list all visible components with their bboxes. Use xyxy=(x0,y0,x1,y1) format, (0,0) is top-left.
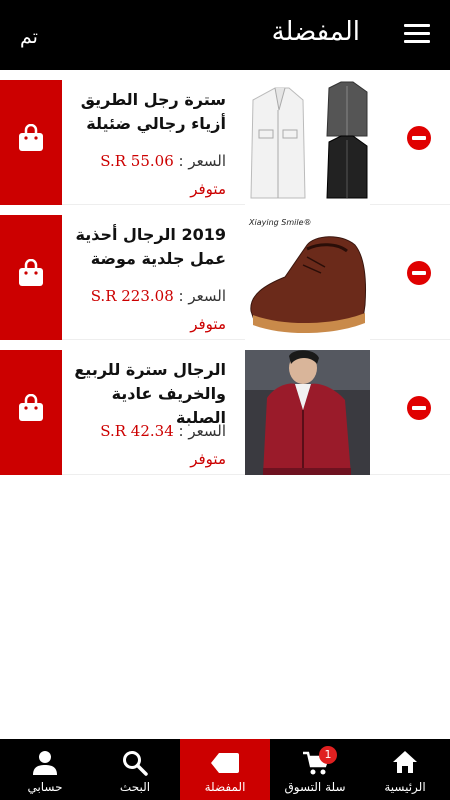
page-title: المفضلة xyxy=(271,17,360,47)
top-app-bar: تم المفضلة xyxy=(0,0,450,70)
availability-status: متوفر xyxy=(190,315,226,333)
tab-label: المفضلة xyxy=(204,780,246,794)
availability-status: متوفر xyxy=(190,450,226,468)
hamburger-menu-icon[interactable] xyxy=(404,24,430,44)
add-to-cart-button[interactable] xyxy=(0,350,62,475)
price-value: S.R 223.08 xyxy=(90,287,174,305)
product-image[interactable]: Xiaying Smile® xyxy=(245,215,370,340)
price-label: السعر : xyxy=(178,152,226,170)
shopping-bag-icon xyxy=(19,124,43,151)
tab-search[interactable]: البحث xyxy=(90,739,180,800)
shopping-bag-icon xyxy=(19,259,43,286)
availability-status: متوفر xyxy=(190,180,226,198)
remove-from-favorites-button[interactable] xyxy=(407,126,431,150)
remove-from-favorites-button[interactable] xyxy=(407,396,431,420)
search-icon xyxy=(123,751,148,776)
tab-label: البحث xyxy=(119,780,151,794)
tab-label: حسابي xyxy=(27,780,63,794)
add-to-cart-button[interactable] xyxy=(0,80,62,205)
item-name[interactable]: الرجال سترة للربيع والخريف عادية الصلبة xyxy=(66,358,226,430)
tab-account[interactable]: حسابي xyxy=(0,739,90,800)
item-info: سترة رجل الطريق أزياء رجالي ضئيلة السعر … xyxy=(66,88,226,203)
item-price: السعر : S.R 223.08 xyxy=(91,287,226,305)
price-label: السعر : xyxy=(178,422,226,440)
bottom-navigation: الرئيسية 1 سلة التسوق المفضلة البحث حساب… xyxy=(0,739,450,800)
price-value: S.R 55.06 xyxy=(100,152,174,170)
shopping-bag-icon xyxy=(19,394,43,421)
item-name[interactable]: سترة رجل الطريق أزياء رجالي ضئيلة xyxy=(66,88,226,136)
done-button[interactable]: تم xyxy=(20,26,38,48)
tab-label: الرئيسية xyxy=(384,780,426,794)
product-image[interactable] xyxy=(245,80,370,205)
home-icon xyxy=(393,751,417,773)
favorites-list: سترة رجل الطريق أزياء رجالي ضئيلة السعر … xyxy=(0,80,450,485)
add-to-cart-button[interactable] xyxy=(0,215,62,340)
cart-count-badge: 1 xyxy=(319,746,337,764)
tab-cart[interactable]: 1 سلة التسوق xyxy=(270,739,360,800)
tab-label: سلة التسوق xyxy=(284,780,346,794)
image-caption: Xiaying Smile® xyxy=(248,218,312,227)
price-value: S.R 42.34 xyxy=(100,422,174,440)
list-item[interactable]: 2019 الرجال أحذية عمل جلدية موضة السعر :… xyxy=(0,215,450,340)
item-info: الرجال سترة للربيع والخريف عادية الصلبة … xyxy=(66,358,226,473)
price-label: السعر : xyxy=(178,287,226,305)
item-price: السعر : S.R 42.34 xyxy=(100,422,226,440)
list-item[interactable]: الرجال سترة للربيع والخريف عادية الصلبة … xyxy=(0,350,450,475)
tag-icon xyxy=(211,753,239,773)
tab-home[interactable]: الرئيسية xyxy=(360,739,450,800)
person-icon xyxy=(33,751,57,775)
item-price: السعر : S.R 55.06 xyxy=(100,152,226,170)
remove-from-favorites-button[interactable] xyxy=(407,261,431,285)
item-info: 2019 الرجال أحذية عمل جلدية موضة السعر :… xyxy=(66,223,226,338)
tab-favorites[interactable]: المفضلة xyxy=(180,739,270,800)
product-image[interactable] xyxy=(245,350,370,475)
item-name[interactable]: 2019 الرجال أحذية عمل جلدية موضة xyxy=(66,223,226,271)
list-item[interactable]: سترة رجل الطريق أزياء رجالي ضئيلة السعر … xyxy=(0,80,450,205)
